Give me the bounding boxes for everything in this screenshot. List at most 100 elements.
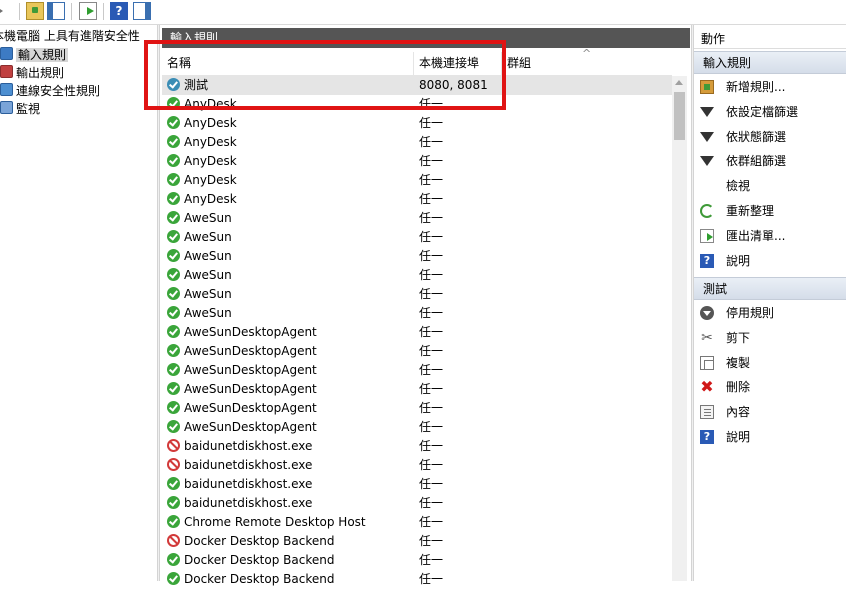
- rule-row[interactable]: baidunetdiskhost.exe 任一: [162, 456, 672, 475]
- action-item[interactable]: 依設定檔篩選: [694, 100, 846, 124]
- action-item[interactable]: 匯出清單...: [694, 224, 846, 248]
- rule-row[interactable]: AweSun 任一: [162, 228, 672, 247]
- action-item-label: 檢視: [726, 179, 751, 194]
- allow-check-icon: [167, 268, 180, 281]
- rule-row[interactable]: Docker Desktop Backend 任一: [162, 551, 672, 570]
- rule-local-port: 任一: [419, 477, 444, 491]
- rule-row[interactable]: AweSunDesktopAgent 任一: [162, 342, 672, 361]
- action-item[interactable]: 重新整理: [694, 199, 846, 223]
- action-item[interactable]: 依群組篩選: [694, 149, 846, 173]
- rule-name: baidunetdiskhost.exe: [167, 456, 312, 475]
- rule-local-port: 任一: [419, 268, 444, 282]
- filter-icon: [700, 131, 714, 142]
- help-icon[interactable]: ?: [110, 2, 128, 20]
- rule-row[interactable]: Docker Desktop Backend 任一: [162, 532, 672, 551]
- action-item[interactable]: 依狀態篩選: [694, 125, 846, 149]
- tree-item-outbound-rules[interactable]: 輸出規則: [0, 64, 64, 82]
- rule-row[interactable]: AweSun 任一: [162, 247, 672, 266]
- vertical-scrollbar[interactable]: [672, 76, 687, 581]
- action-item[interactable]: 複製: [694, 351, 846, 375]
- rule-name: AweSun: [167, 209, 232, 228]
- help-icon: ?: [700, 430, 714, 444]
- rule-local-port: 任一: [419, 572, 444, 586]
- scroll-up-arrow-icon[interactable]: [675, 80, 683, 85]
- action-item-label: 說明: [726, 430, 751, 444]
- toolbar-separator: [19, 3, 20, 20]
- tree-item-connection-security-rules[interactable]: 連線安全性規則: [0, 82, 100, 100]
- allow-check-icon: [167, 420, 180, 433]
- rule-row[interactable]: baidunetdiskhost.exe 任一: [162, 494, 672, 513]
- actions-pane-title: 動作: [694, 29, 846, 49]
- allow-check-icon: [167, 363, 180, 376]
- rule-local-port: 任一: [419, 287, 444, 301]
- action-item[interactable]: 檢視: [694, 174, 846, 198]
- rule-row[interactable]: AnyDesk 任一: [162, 114, 672, 133]
- rule-row[interactable]: Docker Desktop Backend 任一: [162, 570, 672, 589]
- allow-check-icon: [167, 496, 180, 509]
- rule-name-text: baidunetdiskhost.exe: [184, 458, 313, 472]
- rule-row[interactable]: baidunetdiskhost.exe 任一: [162, 475, 672, 494]
- allow-check-icon: [167, 211, 180, 224]
- rule-row[interactable]: baidunetdiskhost.exe 任一: [162, 437, 672, 456]
- actions-section-selected-rule[interactable]: 測試: [694, 277, 846, 300]
- rule-row[interactable]: AnyDesk 任一: [162, 133, 672, 152]
- action-item-label: 內容: [726, 405, 751, 420]
- back-arrow-icon[interactable]: [0, 2, 8, 20]
- rule-name: baidunetdiskhost.exe: [167, 475, 312, 494]
- rule-name-text: baidunetdiskhost.exe: [184, 439, 313, 453]
- rule-local-port: 任一: [419, 249, 444, 263]
- actions-pane: 動作 輸入規則 測試 新增規則... 依設定檔篩選 依狀態篩選 依群組篩選檢視重新整理…: [694, 25, 846, 581]
- action-item-label: 說明: [726, 253, 751, 268]
- rule-name-text: AnyDesk: [184, 135, 237, 149]
- rule-row[interactable]: AweSunDesktopAgent 任一: [162, 380, 672, 399]
- toolbar-separator: [71, 3, 72, 20]
- rule-name: Docker Desktop Backend: [167, 551, 334, 570]
- show-hide-action-pane-icon[interactable]: [133, 2, 151, 20]
- action-item[interactable]: 停用規則: [694, 301, 846, 325]
- show-hide-tree-icon[interactable]: [47, 2, 65, 20]
- action-item[interactable]: ✂ 剪下: [694, 326, 846, 350]
- rule-local-port: 任一: [419, 344, 444, 358]
- export-list-icon[interactable]: [79, 2, 97, 20]
- rule-row[interactable]: AweSun 任一: [162, 304, 672, 323]
- tree-root-label: 本機電腦 上具有進階安全性: [0, 29, 140, 43]
- actions-section-inbound-rules[interactable]: 輸入規則: [694, 51, 846, 74]
- allow-check-icon: [167, 287, 180, 300]
- rule-name-text: Docker Desktop Backend: [184, 534, 335, 548]
- action-item[interactable]: 新增規則...: [694, 75, 846, 99]
- rule-name-text: baidunetdiskhost.exe: [184, 477, 313, 491]
- rule-row[interactable]: AweSun 任一: [162, 266, 672, 285]
- rule-row[interactable]: AnyDesk 任一: [162, 171, 672, 190]
- tree-item-label: 輸出規則: [16, 66, 65, 80]
- rule-row[interactable]: AweSun 任一: [162, 285, 672, 304]
- rule-name: AnyDesk: [167, 114, 237, 133]
- toolbar-separator: [103, 3, 104, 20]
- scrollbar-thumb[interactable]: [674, 92, 685, 140]
- action-item[interactable]: 內容: [694, 400, 846, 424]
- rule-name-text: AweSunDesktopAgent: [184, 401, 317, 415]
- up-folder-icon[interactable]: [26, 2, 44, 20]
- filter-icon: [700, 106, 714, 117]
- action-item[interactable]: ? 說明: [694, 425, 846, 449]
- connection-security-icon: [0, 83, 13, 96]
- rule-row[interactable]: AweSunDesktopAgent 任一: [162, 399, 672, 418]
- cut-icon: ✂: [701, 329, 713, 346]
- rule-row[interactable]: AnyDesk 任一: [162, 152, 672, 171]
- block-icon: [167, 439, 180, 452]
- rule-local-port: 任一: [419, 306, 444, 320]
- rule-row[interactable]: AweSunDesktopAgent 任一: [162, 323, 672, 342]
- action-item[interactable]: ? 說明: [694, 249, 846, 273]
- action-item-label: 新增規則...: [726, 80, 786, 94]
- tree-item-label: 監視: [16, 102, 41, 116]
- rule-row[interactable]: AweSun 任一: [162, 209, 672, 228]
- rule-row[interactable]: AnyDesk 任一: [162, 190, 672, 209]
- rule-row[interactable]: AweSunDesktopAgent 任一: [162, 418, 672, 437]
- tree-item-monitoring[interactable]: 監視: [0, 100, 40, 118]
- rule-name: baidunetdiskhost.exe: [167, 494, 312, 513]
- tree-item-inbound-rules[interactable]: 輸入規則: [0, 46, 69, 64]
- tree-root-node[interactable]: 本機電腦 上具有進階安全性: [0, 27, 140, 45]
- rule-row[interactable]: AweSunDesktopAgent 任一: [162, 361, 672, 380]
- rule-name-text: AweSunDesktopAgent: [184, 420, 317, 434]
- action-item[interactable]: ✖ 刪除: [694, 375, 846, 399]
- rule-row[interactable]: Chrome Remote Desktop Host 任一: [162, 513, 672, 532]
